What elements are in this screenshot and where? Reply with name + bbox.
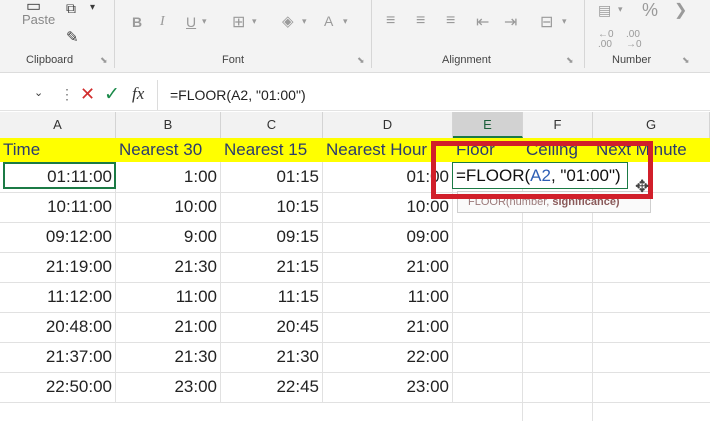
increase-decimal-icon[interactable]: ←0.00 xyxy=(598,30,614,50)
align-center-icon[interactable]: ≡ xyxy=(416,12,425,30)
paste-button[interactable]: Paste xyxy=(22,12,55,27)
nearest-30-cell[interactable]: 23:00 xyxy=(116,372,221,402)
fill-color-icon[interactable]: ◈ xyxy=(282,12,294,30)
more-options-icon[interactable]: ⋮ xyxy=(60,86,74,103)
header-cell[interactable]: Time xyxy=(0,138,116,162)
nearest-30-cell[interactable]: 10:00 xyxy=(116,192,221,222)
nearest-hour-cell[interactable]: 21:00 xyxy=(323,252,453,282)
formula-divider xyxy=(157,80,158,110)
header-cell[interactable]: Nearest 15 xyxy=(221,138,323,162)
column-header-d[interactable]: D xyxy=(323,112,453,138)
nearest-15-cell[interactable]: 21:15 xyxy=(221,252,323,282)
bold-icon[interactable]: B xyxy=(132,14,142,30)
ribbon-divider xyxy=(371,0,372,68)
italic-icon[interactable]: I xyxy=(160,14,165,30)
number-dialog-launcher-icon[interactable]: ⬊ xyxy=(682,55,690,66)
column-header-g[interactable]: G xyxy=(593,112,710,138)
font-group-label: Font xyxy=(222,54,245,66)
table-row: 11:12:00 11:00 11:15 11:00 xyxy=(0,282,710,313)
comma-style-icon[interactable]: ❯ xyxy=(674,0,687,20)
nearest-15-cell[interactable]: 20:45 xyxy=(221,312,323,342)
nearest-15-cell[interactable]: 11:15 xyxy=(221,282,323,312)
nearest-15-cell[interactable]: 21:30 xyxy=(221,342,323,372)
formula-bar: ⌄ ⋮ ✕ ✓ fx =FLOOR(A2, "01:00") xyxy=(0,80,710,111)
alignment-dialog-launcher-icon[interactable]: ⬊ xyxy=(566,55,574,66)
clipboard-group-label: Clipboard xyxy=(26,54,74,66)
accounting-dropdown-icon[interactable]: ▾ xyxy=(618,4,623,15)
cursor-icon: ✥ xyxy=(635,177,650,196)
dialog-launcher-icon[interactable]: ⬊ xyxy=(100,55,108,66)
nearest-15-cell[interactable]: 09:15 xyxy=(221,222,323,252)
table-row: 21:19:00 21:30 21:15 21:00 xyxy=(0,252,710,283)
nearest-15-cell[interactable]: 01:15 xyxy=(221,162,323,192)
enter-icon[interactable]: ✓ xyxy=(104,83,120,106)
annotation-highlight-box xyxy=(431,141,653,199)
underline-icon[interactable]: U xyxy=(186,14,196,30)
nearest-15-cell[interactable]: 10:15 xyxy=(221,192,323,222)
table-row: 22:50:00 23:00 22:45 23:00 xyxy=(0,372,710,403)
name-box[interactable] xyxy=(0,80,54,110)
font-color-dropdown-icon[interactable]: ▾ xyxy=(343,16,348,27)
nearest-30-cell[interactable]: 21:30 xyxy=(116,252,221,282)
format-painter-icon[interactable]: ✎ xyxy=(66,28,79,46)
merge-dropdown-icon[interactable]: ▾ xyxy=(562,16,567,27)
cancel-icon[interactable]: ✕ xyxy=(80,84,95,105)
time-cell[interactable]: 11:12:00 xyxy=(0,282,116,312)
nearest-30-cell[interactable]: 9:00 xyxy=(116,222,221,252)
column-header-e[interactable]: E xyxy=(453,112,523,138)
nearest-hour-cell[interactable]: 21:00 xyxy=(323,312,453,342)
outdent-icon[interactable]: ⇥ xyxy=(504,12,517,32)
font-dialog-launcher-icon[interactable]: ⬊ xyxy=(357,55,365,66)
alignment-group-label: Alignment xyxy=(442,54,491,66)
nearest-hour-cell[interactable]: 23:00 xyxy=(323,372,453,402)
nearest-30-cell[interactable]: 21:30 xyxy=(116,342,221,372)
merge-center-icon[interactable]: ⊟ xyxy=(540,12,553,32)
column-header-c[interactable]: C xyxy=(221,112,323,138)
table-row: 09:12:00 9:00 09:15 09:00 xyxy=(0,222,710,253)
ribbon-divider xyxy=(114,0,115,68)
ribbon: ▭ Paste ⧉ ▾ ✎ Clipboard ⬊ B I U ▾ ⊞ ▾ ◈ … xyxy=(0,0,710,73)
fill-dropdown-icon[interactable]: ▾ xyxy=(302,16,307,27)
time-cell[interactable]: 21:37:00 xyxy=(0,342,116,372)
borders-icon[interactable]: ⊞ xyxy=(232,12,245,32)
time-cell[interactable]: 20:48:00 xyxy=(0,312,116,342)
underline-dropdown-icon[interactable]: ▾ xyxy=(202,16,207,27)
column-header-f[interactable]: F xyxy=(523,112,593,138)
align-right-icon[interactable]: ≡ xyxy=(446,12,455,30)
nearest-15-cell[interactable]: 22:45 xyxy=(221,372,323,402)
time-cell[interactable]: 22:50:00 xyxy=(0,372,116,402)
ribbon-divider xyxy=(584,0,585,68)
nearest-30-cell[interactable]: 11:00 xyxy=(116,282,221,312)
header-cell[interactable]: Nearest 30 xyxy=(116,138,221,162)
font-color-icon[interactable]: A xyxy=(324,13,333,29)
chevron-down-icon[interactable]: ▾ xyxy=(90,2,95,13)
nearest-hour-cell[interactable]: 11:00 xyxy=(323,282,453,312)
time-cell[interactable]: 09:12:00 xyxy=(0,222,116,252)
nearest-hour-cell[interactable]: 22:00 xyxy=(323,342,453,372)
nearest-30-cell[interactable]: 21:00 xyxy=(116,312,221,342)
indent-icon[interactable]: ⇤ xyxy=(476,12,489,32)
table-row: 20:48:00 21:00 20:45 21:00 xyxy=(0,312,710,343)
nearest-hour-cell[interactable]: 09:00 xyxy=(323,222,453,252)
name-box-dropdown-icon[interactable]: ⌄ xyxy=(34,86,43,99)
percent-icon[interactable]: % xyxy=(642,0,658,21)
active-cell-outline xyxy=(3,162,116,189)
column-header-b[interactable]: B xyxy=(116,112,221,138)
column-headers: A B C D E F G xyxy=(0,112,710,139)
time-cell[interactable]: 10:11:00 xyxy=(0,192,116,222)
nearest-30-cell[interactable]: 1:00 xyxy=(116,162,221,192)
number-group-label: Number xyxy=(612,54,652,66)
insert-function-icon[interactable]: fx xyxy=(132,84,144,104)
formula-input[interactable]: =FLOOR(A2, "01:00") xyxy=(170,87,306,103)
accounting-format-icon[interactable]: ▤ xyxy=(598,2,611,19)
table-row: 21:37:00 21:30 21:30 22:00 xyxy=(0,342,710,373)
copy-icon[interactable]: ⧉ xyxy=(66,0,76,17)
column-header-a[interactable]: A xyxy=(0,112,116,138)
time-cell[interactable]: 21:19:00 xyxy=(0,252,116,282)
align-left-icon[interactable]: ≡ xyxy=(386,12,395,30)
decrease-decimal-icon[interactable]: .00 →0 xyxy=(626,30,642,50)
borders-dropdown-icon[interactable]: ▾ xyxy=(252,16,257,27)
